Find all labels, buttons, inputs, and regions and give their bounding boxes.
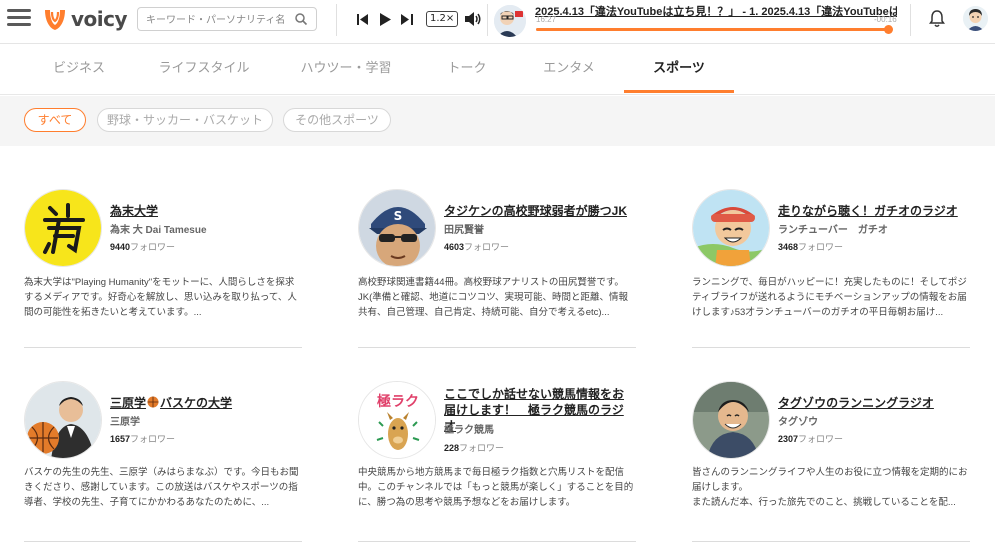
sub-category-filter-bar: すべて 野球・サッカー・バスケット その他スポーツ xyxy=(0,96,995,146)
channel-owner: 極ラク競馬 xyxy=(444,425,494,436)
logo-text: voicy xyxy=(71,7,128,31)
basketball-icon xyxy=(147,396,159,408)
progress-bar-fill xyxy=(536,28,889,31)
tab-talk[interactable]: トーク xyxy=(440,45,494,93)
header-divider xyxy=(336,4,337,36)
follower-count: 1657フォロワー xyxy=(110,434,176,444)
channel-avatar[interactable] xyxy=(24,189,102,267)
card-divider xyxy=(358,347,636,348)
card-divider xyxy=(692,347,970,348)
top-header: voicy 1.2× xyxy=(0,0,995,44)
channel-owner: 田尻賢誉 xyxy=(444,225,484,236)
channel-card[interactable]: 走りながら聴く！ガチオのラジオ ランチューバー ガチオ 3468フォロワー ラン… xyxy=(692,189,970,349)
channel-title[interactable]: 三原学 バスケの大学 xyxy=(110,394,232,411)
search-box xyxy=(137,7,317,32)
channel-card[interactable]: S タジケンの高校野球弱者が勝つJK 田尻賢誉 4603フォロワー 高校野球関連… xyxy=(358,189,636,349)
filter-other-sports-chip[interactable]: その他スポーツ xyxy=(283,108,391,132)
channel-description: 為末大学は"Playing Humanity"をモットーに、人間らしさを探求する… xyxy=(24,277,297,318)
card-divider xyxy=(24,541,302,542)
hamburger-menu-icon[interactable] xyxy=(7,9,31,31)
remaining-time: -00:16 xyxy=(874,15,897,24)
voicy-logo-mark-icon xyxy=(45,10,65,30)
channel-title[interactable]: 走りながら聴く！ガチオのラジオ xyxy=(778,202,958,219)
header-divider xyxy=(910,4,911,36)
notification-bell-icon[interactable] xyxy=(929,10,945,28)
channel-title[interactable]: 為末大学 xyxy=(110,202,158,219)
channel-owner: ランチューバー ガチオ xyxy=(778,225,888,236)
follower-count: 9440フォロワー xyxy=(110,242,176,252)
tab-entertainment[interactable]: エンタメ xyxy=(538,45,600,93)
svg-text:S: S xyxy=(394,209,403,223)
channel-avatar[interactable]: 極ラク xyxy=(358,381,436,459)
filter-all-chip[interactable]: すべて xyxy=(24,108,86,132)
channel-avatar[interactable] xyxy=(692,189,770,267)
now-playing-thumbnail[interactable] xyxy=(494,5,526,37)
card-divider xyxy=(692,541,970,542)
follower-count: 2307フォロワー xyxy=(778,434,844,444)
search-input[interactable] xyxy=(138,9,288,32)
channel-description: バスケの先生の先生、三原学（みはらまなぶ）です。今日もお聞きくださり、感謝してい… xyxy=(24,467,299,508)
skip-next-icon[interactable] xyxy=(396,9,418,29)
channel-avatar[interactable] xyxy=(692,381,770,459)
tab-sports[interactable]: スポーツ xyxy=(624,45,734,93)
channel-card[interactable]: 三原学 バスケの大学 三原学 1657フォロワー バスケの先生の先生、三原学（みは… xyxy=(24,381,302,543)
channel-owner: 三原学 xyxy=(110,417,140,428)
user-avatar[interactable] xyxy=(963,6,988,31)
filter-ball-sports-chip[interactable]: 野球・サッカー・バスケット xyxy=(97,108,273,132)
tab-howto[interactable]: ハウツー・学習 xyxy=(298,45,394,93)
header-divider xyxy=(487,4,488,36)
skip-previous-icon[interactable] xyxy=(352,9,374,29)
tab-lifestyle[interactable]: ライフスタイル xyxy=(156,45,252,93)
current-time: 16:27 xyxy=(536,15,557,24)
category-tabs: ビジネス ライフスタイル ハウツー・学習 トーク エンタメ スポーツ xyxy=(0,45,995,95)
playback-speed-button[interactable]: 1.2× xyxy=(426,11,459,27)
volume-icon[interactable] xyxy=(462,9,484,29)
now-playing-title[interactable]: 2025.4.13「違法YouTubeは立ち見！？」 - 1. 2025.4.1… xyxy=(535,3,897,19)
follower-count: 3468フォロワー xyxy=(778,242,844,252)
search-icon[interactable] xyxy=(294,12,308,26)
channel-description: 中央競馬から地方競馬まで毎日極ラク指数と穴馬リストを配信中。このチャンネルでは「… xyxy=(358,467,634,508)
progress-knob[interactable] xyxy=(884,25,894,34)
channel-description: 皆さんのランニングライフや人生のお役に立つ情報を定期的にお届けします。 また読ん… xyxy=(692,467,968,508)
channel-avatar[interactable] xyxy=(24,381,102,459)
channel-card[interactable]: 極ラク ここでしか話せない競馬情報をお届けします！ 極ラク競馬のラジオ 極ラク競… xyxy=(358,381,636,543)
channel-description: ランニングで、毎日がハッピーに！充実したものに！そしてポジティブライフが送れるよ… xyxy=(692,277,967,318)
card-divider xyxy=(358,541,636,542)
card-divider xyxy=(24,347,302,348)
player-controls: 1.2× xyxy=(352,9,484,29)
channel-owner: タグゾウ xyxy=(778,417,819,428)
voicy-logo[interactable]: voicy xyxy=(43,4,128,34)
svg-text:極ラク: 極ラク xyxy=(377,393,419,410)
channel-card[interactable]: 為末大学 為末 大 Dai Tamesue 9440フォロワー 為末大学は"Pl… xyxy=(24,189,302,349)
channel-owner: 為末 大 Dai Tamesue xyxy=(110,225,207,236)
play-icon[interactable] xyxy=(374,9,396,29)
channel-description: 高校野球関連書籍44冊。高校野球アナリストの田尻賢誉です。JK(準備と確認、地道… xyxy=(358,277,628,318)
follower-count: 4603フォロワー xyxy=(444,242,510,252)
tab-business[interactable]: ビジネス xyxy=(48,45,110,93)
channel-avatar[interactable]: S xyxy=(358,189,436,267)
channel-title[interactable]: タジケンの高校野球弱者が勝つJK xyxy=(444,202,627,219)
channel-card[interactable]: タグゾウのランニングラジオ タグゾウ 2307フォロワー 皆さんのランニングライ… xyxy=(692,381,970,543)
follower-count: 228フォロワー xyxy=(444,443,505,453)
progress-bar[interactable] xyxy=(536,25,894,34)
channel-title[interactable]: タグゾウのランニングラジオ xyxy=(778,394,934,411)
